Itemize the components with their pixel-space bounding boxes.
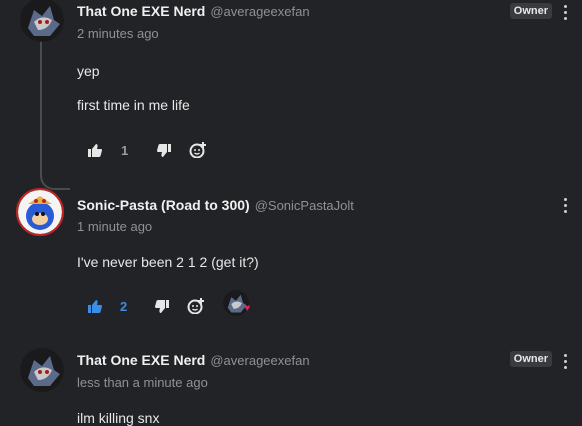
comment-header: That One EXE Nerd @averageexefan (77, 3, 310, 19)
comment-header: Sonic-Pasta (Road to 300) @SonicPastaJol… (77, 197, 354, 213)
thumbs-up-icon[interactable] (88, 299, 102, 313)
avatar[interactable] (16, 188, 64, 236)
more-options-button[interactable] (564, 198, 568, 213)
comment-text: ilm killing snx (77, 410, 160, 426)
heart-icon: ♥ (244, 303, 251, 314)
thumbs-down-icon[interactable] (157, 143, 172, 157)
more-options-button[interactable] (564, 354, 568, 369)
thumbs-up-icon[interactable] (88, 143, 102, 157)
thread-connector (40, 166, 70, 190)
add-reaction-icon[interactable] (187, 298, 205, 314)
comment-actions: 2 ♥ (88, 290, 253, 319)
timestamp[interactable]: 1 minute ago (77, 219, 152, 234)
comment-text: I've never been 2 1 2 (get it?) (77, 254, 259, 270)
sonic-pizza-avatar-icon (18, 190, 62, 234)
owner-badge: Owner (509, 3, 552, 19)
add-reaction-icon[interactable] (189, 142, 207, 158)
author-name[interactable]: Sonic-Pasta (Road to 300) (77, 197, 250, 213)
timestamp[interactable]: less than a minute ago (77, 375, 208, 390)
comment-header: That One EXE Nerd @averageexefan (77, 352, 310, 368)
author-handle[interactable]: @averageexefan (210, 4, 309, 19)
author-handle[interactable]: @SonicPastaJolt (255, 198, 354, 213)
thread-line (40, 40, 42, 168)
timestamp[interactable]: 2 minutes ago (77, 26, 159, 41)
sonic-exe-avatar-icon (20, 0, 64, 42)
like-count: 2 (120, 298, 128, 314)
sonic-exe-avatar-icon (20, 348, 64, 392)
comment-text: first time in me life (77, 97, 190, 113)
author-handle[interactable]: @averageexefan (210, 353, 309, 368)
thumbs-down-icon[interactable] (155, 299, 170, 313)
more-options-button[interactable] (564, 5, 568, 20)
avatar[interactable] (20, 348, 64, 392)
author-name[interactable]: That One EXE Nerd (77, 352, 205, 368)
comment-actions: 1 (88, 140, 207, 160)
author-name[interactable]: That One EXE Nerd (77, 3, 205, 19)
comment-text: yep (77, 63, 100, 79)
like-count: 1 (121, 142, 129, 158)
owner-badge: Owner (509, 351, 552, 367)
avatar[interactable] (20, 0, 64, 42)
creator-reaction[interactable]: ♥ (223, 290, 253, 319)
